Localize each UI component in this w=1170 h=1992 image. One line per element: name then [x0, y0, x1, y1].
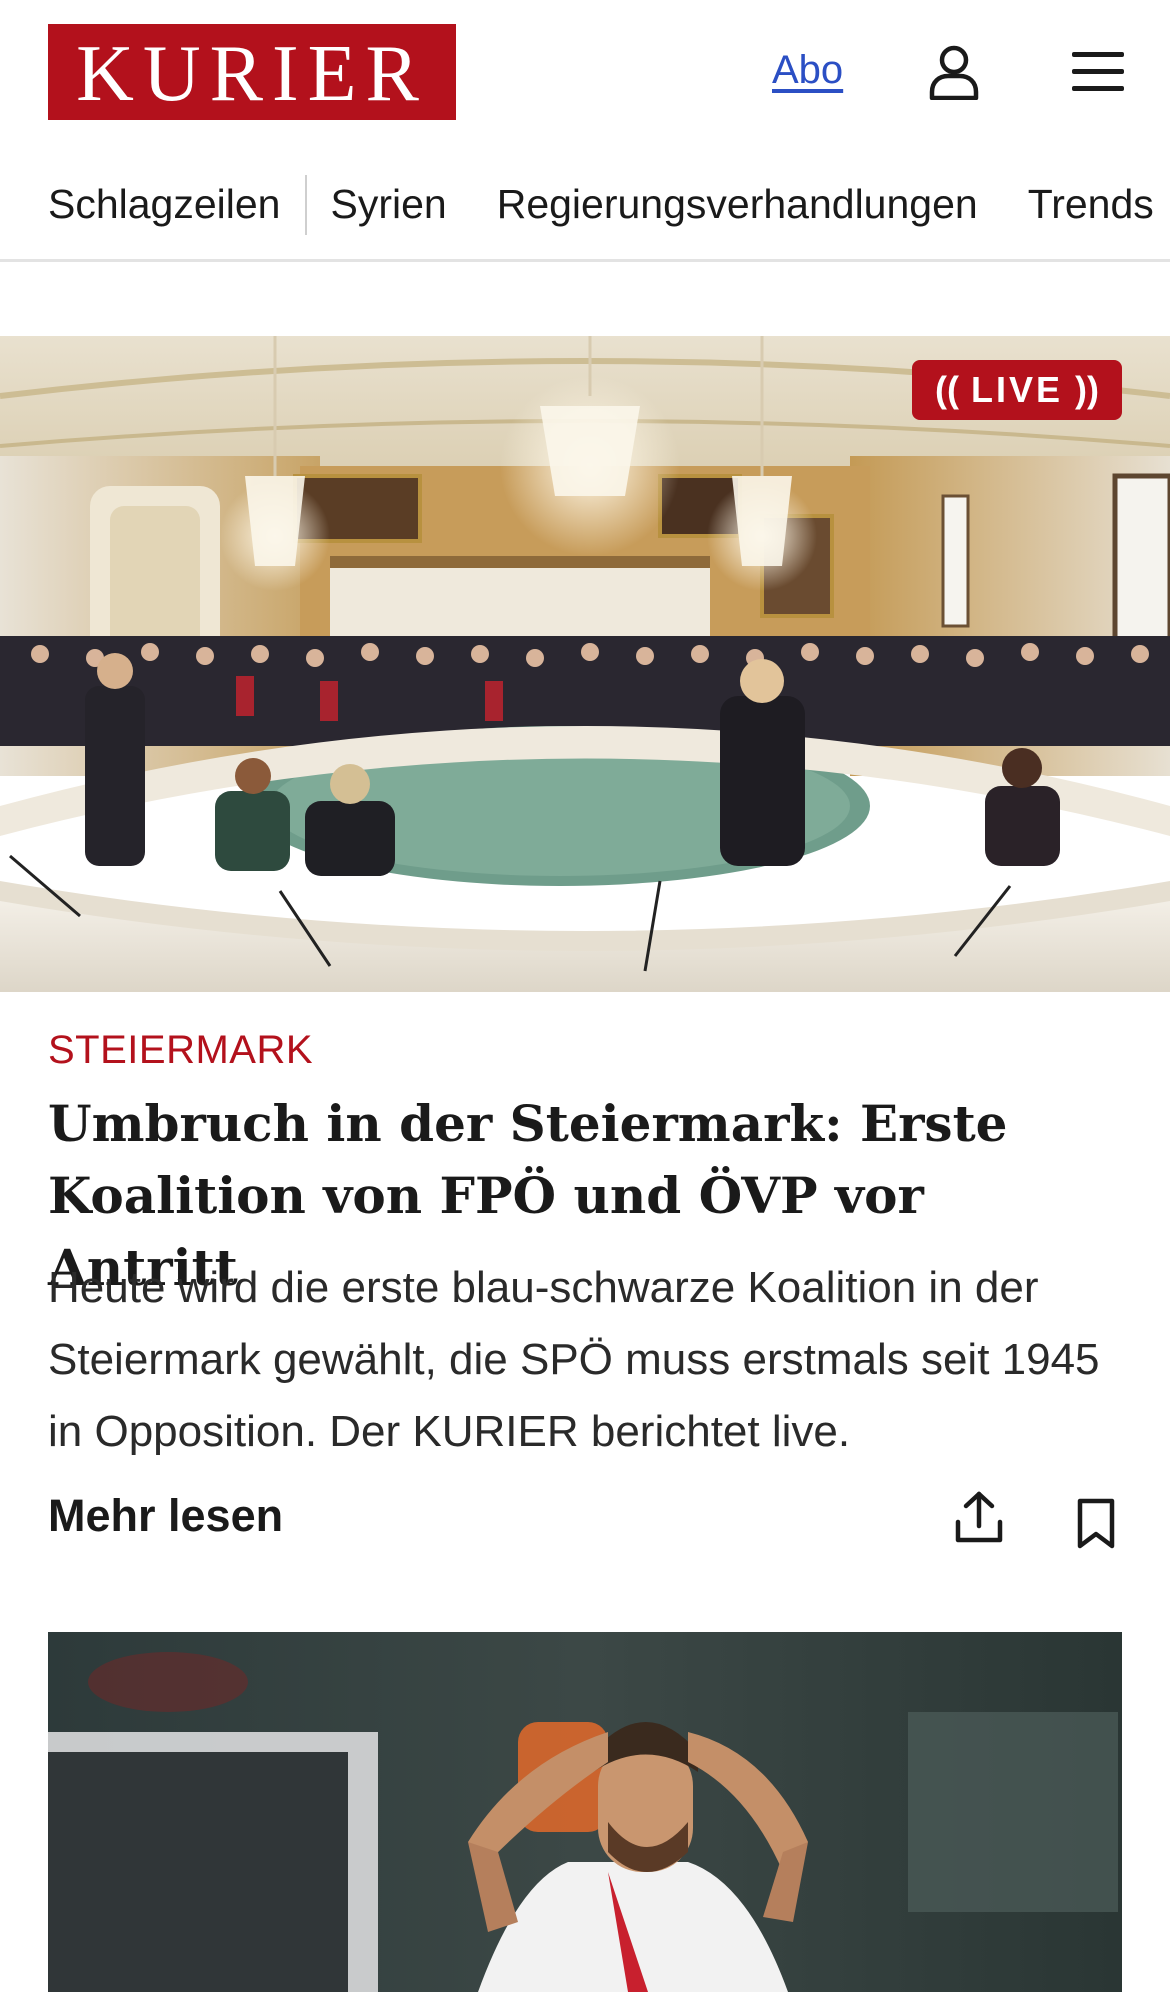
user-icon[interactable]: [928, 44, 980, 100]
nav-item-regierungsverhandlungen[interactable]: Regierungsverhandlungen: [497, 184, 978, 225]
article-kicker[interactable]: STEIERMARK: [48, 1028, 313, 1073]
nav-item-schlagzeilen[interactable]: Schlagzeilen: [48, 184, 281, 225]
read-more-link[interactable]: Mehr lesen: [48, 1490, 283, 1542]
live-badge-label: LIVE: [970, 369, 1063, 410]
topic-navigation: Schlagzeilen Syrien Regierungsverhandlun…: [0, 150, 1170, 262]
bookmark-icon[interactable]: [1074, 1498, 1118, 1550]
hero-photo-illustration: [0, 336, 1170, 992]
second-article-image[interactable]: [48, 1632, 1122, 1992]
live-badge: (( LIVE )): [912, 360, 1122, 420]
share-icon[interactable]: [954, 1490, 1004, 1546]
article-teaser: Heute wird die erste blau-schwarze Koali…: [48, 1263, 1100, 1456]
site-header: KURIER Abo: [0, 0, 1170, 145]
nav-divider: [304, 174, 307, 235]
live-wave-left-icon: ((: [935, 369, 959, 410]
kurier-logo[interactable]: KURIER: [48, 24, 456, 120]
nav-item-trends[interactable]: Trends: [1028, 184, 1154, 225]
menu-icon[interactable]: [1072, 48, 1124, 96]
hero-image[interactable]: (( LIVE )): [0, 336, 1170, 992]
logo-text: KURIER: [76, 30, 428, 118]
second-photo-illustration: [48, 1632, 1122, 1992]
live-wave-right-icon: )): [1075, 369, 1099, 410]
topic-navigation-list: Schlagzeilen Syrien Regierungsverhandlun…: [48, 150, 1154, 259]
abo-link[interactable]: Abo: [772, 48, 843, 93]
nav-item-syrien[interactable]: Syrien: [331, 184, 447, 225]
